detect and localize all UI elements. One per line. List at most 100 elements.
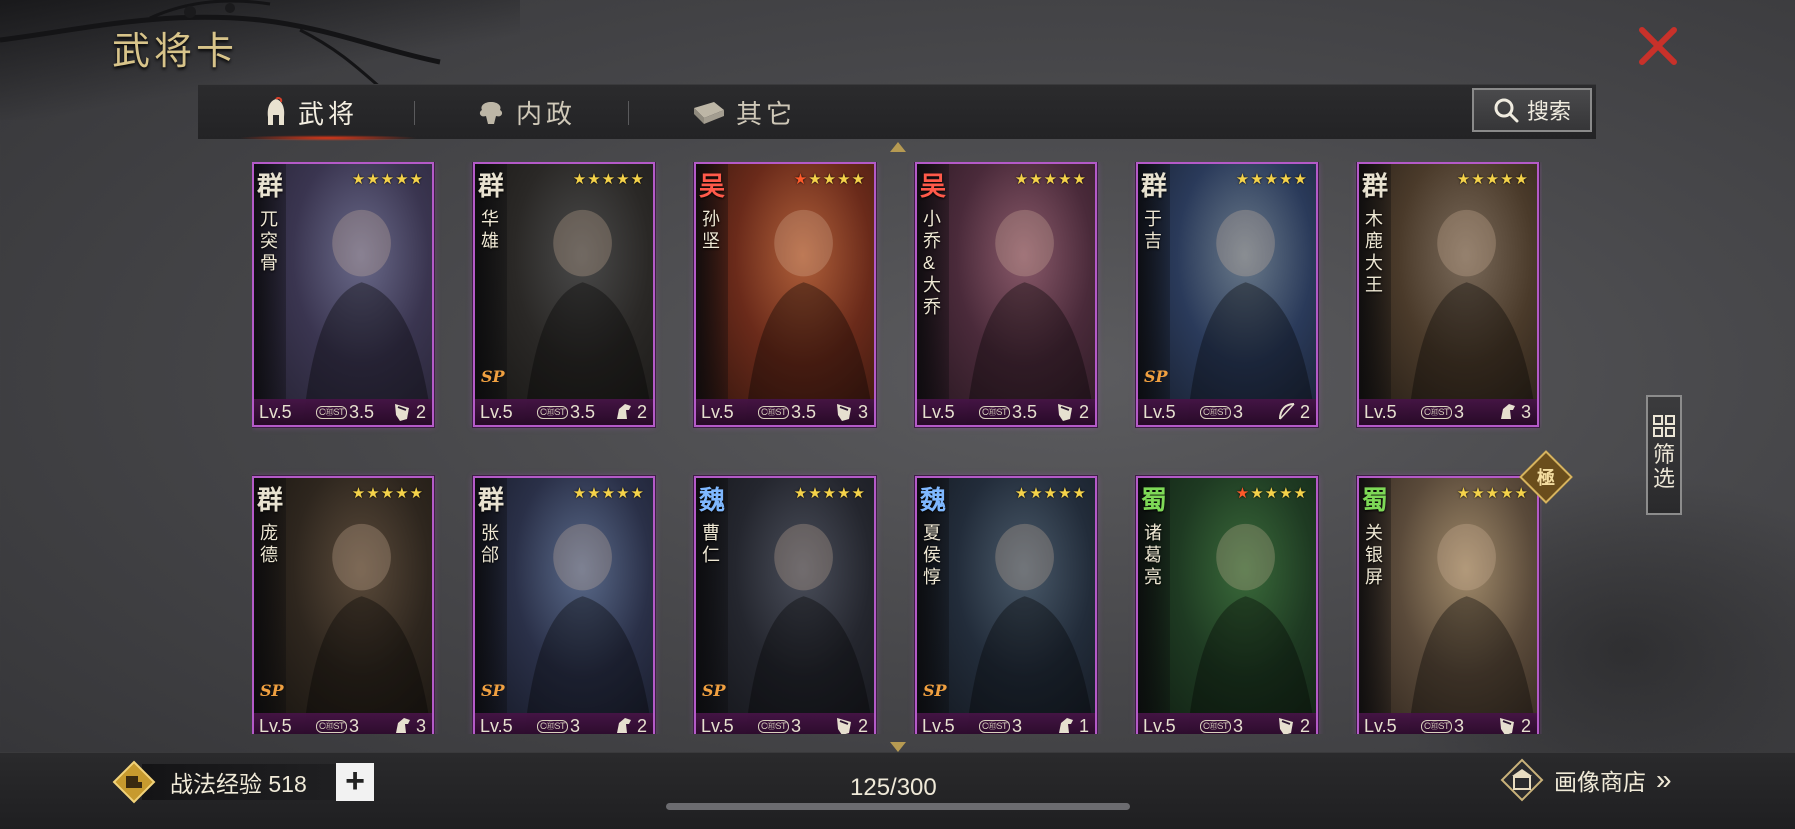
cost-tag: C㊞ST (1200, 405, 1232, 419)
unit-count: 2 (1299, 715, 1310, 735)
shop-icon (1500, 758, 1544, 802)
general-card[interactable]: 群木鹿大王 ★★★★★ Lv.5 C㊞ST 3 3 (1357, 162, 1539, 427)
general-name: 华雄 (481, 209, 499, 251)
cost-number: 3 (1233, 715, 1244, 735)
cost-value: C㊞ST 3 (1421, 715, 1465, 735)
cost-number: 3 (1454, 715, 1465, 735)
faction-label: 魏 (920, 486, 947, 516)
horse-icon (1500, 404, 1515, 419)
horizontal-scrollbar[interactable] (666, 803, 1130, 810)
shield-icon (836, 404, 851, 421)
cost-value: C㊞ST 3 (979, 716, 1022, 734)
cost-number: 3 (791, 715, 802, 735)
sp-tag: SP (923, 681, 947, 700)
cost-value: C㊞ST 3 (537, 715, 581, 735)
horse-icon (616, 404, 631, 419)
unit-count: 2 (857, 715, 868, 735)
unit-count: 2 (1299, 401, 1310, 422)
scroll-up-arrow-icon[interactable] (890, 142, 906, 152)
card-stats-bar: Lv.5 C㊞ST 3 2 (1359, 713, 1537, 734)
shield-icon (1057, 404, 1072, 421)
cost-tag: C㊞ST (537, 719, 569, 733)
unit-type: 2 (834, 715, 868, 734)
unit-type: 2 (392, 401, 426, 423)
card-stats-bar: Lv.5 C㊞ST 3 2 (696, 713, 874, 734)
unit-count: 2 (415, 401, 426, 422)
sp-tag: SP (481, 367, 505, 386)
unit-type: 2 (1276, 715, 1310, 734)
cost-value: C㊞ST 3.5 (537, 402, 595, 423)
faction-label: 群 (1362, 172, 1389, 202)
sp-tag: SP (260, 681, 284, 700)
card-stats-bar: Lv.5 C㊞ST 3 1 (917, 713, 1095, 734)
faction-label: 群 (478, 172, 505, 202)
unit-type: 2 (1276, 401, 1310, 423)
cost-tag: C㊞ST (758, 719, 790, 733)
cost-tag: C㊞ST (1200, 719, 1232, 733)
cost-tag: C㊞ST (537, 405, 569, 419)
card-stats-bar: Lv.5 C㊞ST 3 2 (475, 713, 653, 734)
general-card[interactable]: 群庞德 ★★★★★ SP Lv.5 C㊞ST 3 3 (252, 476, 434, 734)
portrait-shop-button[interactable]: 画像商店 » (1500, 758, 1672, 802)
filter-button[interactable]: 筛选 (1646, 395, 1682, 515)
cost-tag: C㊞ST (979, 719, 1011, 733)
chevron-right-icon: » (1656, 764, 1672, 795)
search-label: 搜索 (1526, 99, 1571, 124)
general-card[interactable]: 群张郃 ★★★★★ SP Lv.5 C㊞ST 3 2 (473, 476, 655, 734)
cost-number: 3.5 (349, 401, 375, 422)
faction-label: 蜀 (1362, 486, 1389, 516)
page-title: 武将卡 (112, 29, 239, 73)
cost-value: C㊞ST 3 (1200, 715, 1244, 735)
cost-number: 3 (570, 715, 581, 735)
faction-label: 魏 (699, 486, 726, 516)
close-icon[interactable] (1636, 24, 1680, 68)
general-name: 夏侯惇 (923, 523, 941, 587)
level-label: Lv.5 (259, 401, 292, 422)
star-rating: ★★★★★ (572, 171, 645, 188)
general-card[interactable]: 魏曹仁 ★★★★★ SP Lv.5 C㊞ST 3 2 (694, 476, 876, 734)
star-rating: ★★★★★ (1456, 485, 1529, 502)
general-card[interactable]: 群兀突骨 ★★★★★ Lv.5 C㊞ST 3.5 2 (252, 162, 434, 427)
faction-label: 吴 (699, 172, 726, 202)
tab-label: 内政 (516, 99, 577, 130)
tab-generals[interactable]: 武将 (264, 85, 358, 139)
star-rating: ★★★★★ (572, 485, 645, 502)
star-rating: ★★★★★ (351, 171, 424, 188)
cost-number: 3 (1454, 401, 1465, 422)
general-card[interactable]: 吴小乔&大乔 ★★★★★ Lv.5 C㊞ST 3.5 2 (915, 162, 1097, 427)
general-card[interactable]: 群华雄 ★★★★★ SP Lv.5 C㊞ST 3.5 2 (473, 162, 655, 427)
unit-count: 2 (1078, 401, 1089, 422)
add-exp-button[interactable]: + (336, 763, 374, 801)
cost-value: C㊞ST 3.5 (758, 402, 816, 423)
general-name: 木鹿大王 (1365, 209, 1383, 295)
tactic-exp-display: 战法经验 518 (142, 764, 342, 800)
scroll-down-arrow-icon[interactable] (890, 742, 906, 752)
tab-divider (628, 101, 629, 125)
sp-tag: SP (702, 681, 726, 700)
cost-tag: C㊞ST (979, 405, 1011, 419)
shield-icon (394, 404, 409, 421)
unit-type: 2 (1497, 715, 1531, 734)
sp-tag: SP (1144, 367, 1168, 386)
tactic-exp-icon (112, 760, 156, 804)
cost-value: C㊞ST 3 (758, 715, 802, 735)
general-card[interactable]: 蜀诸葛亮 ★★★★★ Lv.5 C㊞ST 3 2 (1136, 476, 1318, 734)
ultimate-badge-label: 極 (1537, 468, 1555, 488)
unit-type: 2 (1055, 401, 1089, 423)
unit-count: 3 (857, 401, 868, 422)
general-card[interactable]: 蜀关银屏 ★★★★★ Lv.5 C㊞ST 3 2 (1357, 476, 1539, 734)
general-card[interactable]: 群于吉 ★★★★★ SP Lv.5 C㊞ST 3 2 (1136, 162, 1318, 427)
card-stats-bar: Lv.5 C㊞ST 3.5 2 (254, 399, 432, 425)
general-card[interactable]: 魏夏侯惇 ★★★★★ SP Lv.5 C㊞ST 3 1 (915, 476, 1097, 734)
search-button[interactable]: 搜索 (1472, 88, 1592, 132)
tab-other[interactable]: 其它 (692, 85, 796, 139)
tab-domestic[interactable]: 内政 (476, 85, 576, 139)
star-rating: ★★★★★ (1456, 171, 1529, 188)
star-rating: ★★★★★ (1014, 171, 1087, 188)
faction-label: 群 (257, 172, 284, 202)
cost-value: C㊞ST 3 (1421, 402, 1464, 423)
horse-icon (1058, 718, 1073, 733)
level-label: Lv.5 (701, 401, 734, 422)
sp-tag: SP (481, 681, 505, 700)
general-card[interactable]: 吴孙坚 ★★★★★ Lv.5 C㊞ST 3.5 3 (694, 162, 876, 427)
